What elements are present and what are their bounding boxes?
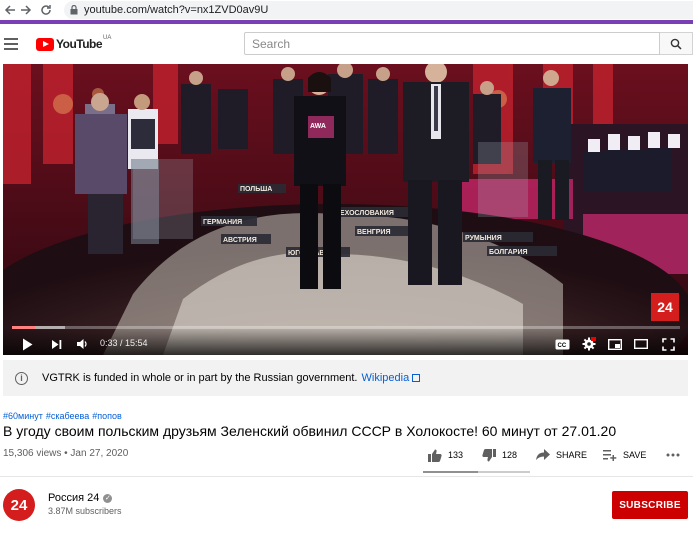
map-label-germany: ГЕРМАНИЯ	[203, 219, 242, 226]
save-label: SAVE	[623, 450, 647, 460]
share-arrow-icon	[536, 449, 550, 460]
captions-icon[interactable]: CC	[554, 337, 570, 351]
hashtags: #60минут #скабеева #попов	[3, 411, 122, 421]
save-button[interactable]: SAVE	[603, 447, 646, 463]
dislike-count: 128	[502, 450, 518, 460]
info-icon: i	[15, 371, 28, 385]
youtube-logo[interactable]: YouTube UA	[36, 35, 112, 51]
hamburger-menu-icon[interactable]	[4, 38, 18, 50]
map-label-romania: РУМЫНИЯ	[465, 235, 502, 242]
youtube-play-icon	[36, 37, 54, 51]
thumbs-down-icon	[482, 448, 496, 461]
like-ratio-fill	[423, 471, 478, 473]
verified-check-icon: ✓	[103, 493, 113, 503]
video-player[interactable]: ПОЛЬША ГЕРМАНИЯ ЧЕХОСЛОВАКИЯ АВСТРИЯ ВЕН…	[3, 64, 688, 355]
reload-icon[interactable]	[38, 2, 54, 18]
dislike-button[interactable]: 128	[482, 447, 517, 463]
divider	[0, 476, 693, 477]
video-title: В угоду своим польским друзьям Зеленский…	[3, 423, 617, 439]
hashtag-link[interactable]: #60минут	[3, 411, 43, 421]
map-label-hungary: ВЕНГРИЯ	[357, 229, 390, 236]
channel-bug-24: 24	[651, 293, 679, 321]
wikipedia-link[interactable]: Wikipedia	[362, 372, 410, 384]
buffer-bar	[12, 326, 66, 329]
view-count-date: 15,306 views • Jan 27, 2020	[3, 448, 129, 459]
time-display: 0:33 / 15:54	[100, 338, 148, 348]
share-button[interactable]: SHARE	[536, 447, 587, 463]
share-label: SHARE	[556, 450, 588, 460]
fullscreen-icon[interactable]	[660, 337, 676, 351]
forward-arrow-icon[interactable]	[18, 2, 34, 18]
subscriber-count: 3.87M subscribers	[48, 506, 122, 516]
search-input[interactable]: Search	[244, 32, 660, 55]
like-dislike-bar	[423, 471, 530, 473]
map-label-austria: АВСТРИЯ	[223, 237, 257, 244]
browser-toolbar: youtube.com/watch?v=nx1ZVD0av9U	[0, 0, 693, 20]
video-frame: ПОЛЬША ГЕРМАНИЯ ЧЕХОСЛОВАКИЯ АВСТРИЯ ВЕН…	[3, 64, 688, 355]
external-link-icon[interactable]	[412, 374, 421, 382]
svg-text:CC: CC	[557, 342, 566, 348]
theater-mode-icon[interactable]	[633, 337, 649, 351]
search-placeholder: Search	[252, 36, 291, 51]
playlist-add-icon	[603, 450, 617, 461]
notice-text: VGTRK is funded in whole or in part by t…	[42, 372, 358, 384]
next-icon[interactable]	[49, 337, 63, 351]
more-actions-icon[interactable]	[666, 447, 680, 463]
region-code: UA	[103, 35, 112, 41]
like-button[interactable]: 133	[428, 447, 463, 463]
thumbs-up-icon	[428, 449, 442, 462]
address-bar[interactable]: youtube.com/watch?v=nx1ZVD0av9U	[64, 1, 693, 19]
map-label-poland: ПОЛЬША	[240, 186, 272, 193]
channel-name[interactable]: Россия 24	[48, 492, 99, 504]
logo-text: YouTube	[56, 37, 103, 51]
like-count: 133	[448, 450, 464, 460]
back-arrow-icon[interactable]	[2, 2, 18, 18]
play-icon[interactable]	[20, 337, 34, 351]
hashtag-link[interactable]: #попов	[92, 411, 122, 421]
search-button[interactable]	[660, 32, 693, 55]
lock-icon	[70, 5, 78, 15]
volume-icon[interactable]	[75, 337, 89, 351]
channel-avatar[interactable]: 24	[3, 489, 35, 521]
channel-name-row: Россия 24 ✓	[48, 492, 113, 504]
settings-gear-icon[interactable]	[581, 337, 597, 351]
government-funding-notice: i VGTRK is funded in whole or in part by…	[3, 360, 688, 396]
map-label-czechoslovakia: ЧЕХОСЛОВАКИЯ	[335, 210, 394, 217]
url-text: youtube.com/watch?v=nx1ZVD0av9U	[84, 4, 269, 16]
map-label-bulgaria: БОЛГАРИЯ	[489, 249, 528, 256]
subscribe-button[interactable]: SUBSCRIBE	[612, 491, 688, 519]
search-icon	[670, 38, 682, 50]
hashtag-link[interactable]: #скабеева	[46, 411, 89, 421]
miniplayer-icon[interactable]	[607, 337, 623, 351]
progress-bar[interactable]	[12, 326, 680, 329]
shirt-text: AWA	[310, 123, 326, 130]
youtube-header: YouTube UA Search	[0, 24, 693, 64]
